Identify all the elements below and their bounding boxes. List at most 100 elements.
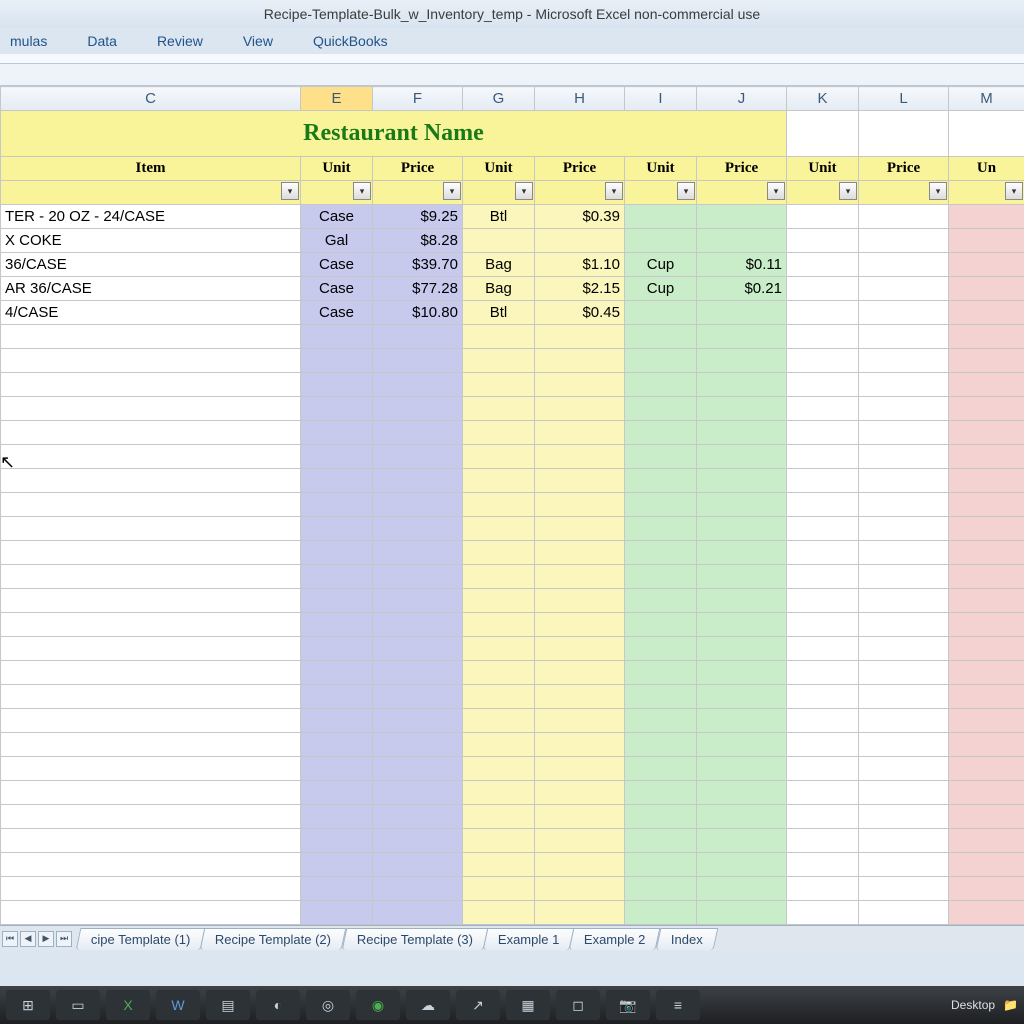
cell[interactable]: [535, 373, 625, 397]
cell[interactable]: [859, 541, 949, 565]
sheet-tab[interactable]: Example 1: [482, 928, 574, 950]
filter-price-1[interactable]: ▾: [373, 181, 463, 205]
cell[interactable]: [1, 541, 301, 565]
cell[interactable]: [625, 709, 697, 733]
cell-unit[interactable]: Cup: [625, 277, 697, 301]
col-E[interactable]: E: [301, 87, 373, 111]
cell[interactable]: [787, 877, 859, 901]
taskbar-app-icon[interactable]: ▦: [506, 990, 550, 1020]
cell[interactable]: [301, 829, 373, 853]
col-H[interactable]: H: [535, 87, 625, 111]
start-button[interactable]: ⊞: [6, 990, 50, 1020]
cell[interactable]: [949, 397, 1024, 421]
cell[interactable]: [301, 565, 373, 589]
hdr-price-3[interactable]: Price: [697, 157, 787, 181]
cell[interactable]: [373, 805, 463, 829]
cell[interactable]: [1, 493, 301, 517]
cell[interactable]: [697, 517, 787, 541]
cell[interactable]: [373, 469, 463, 493]
cell[interactable]: [1, 685, 301, 709]
taskbar-app-icon[interactable]: ↗: [456, 990, 500, 1020]
cell[interactable]: [463, 397, 535, 421]
filter-dropdown-icon[interactable]: ▾: [929, 182, 947, 200]
cell[interactable]: [859, 517, 949, 541]
cell[interactable]: [1, 709, 301, 733]
cell[interactable]: [301, 877, 373, 901]
cell[interactable]: [697, 349, 787, 373]
filter-unit-3[interactable]: ▾: [625, 181, 697, 205]
cell[interactable]: [859, 589, 949, 613]
cell[interactable]: [1, 517, 301, 541]
cell[interactable]: [463, 757, 535, 781]
cell[interactable]: [949, 661, 1024, 685]
cell-price[interactable]: $77.28: [373, 277, 463, 301]
cell[interactable]: [373, 685, 463, 709]
cell[interactable]: [1, 349, 301, 373]
cell[interactable]: [625, 445, 697, 469]
cell-item[interactable]: X COKE: [1, 229, 301, 253]
cell[interactable]: [535, 469, 625, 493]
cell[interactable]: [373, 901, 463, 925]
cell[interactable]: [535, 613, 625, 637]
cell[interactable]: [949, 613, 1024, 637]
cell[interactable]: [859, 613, 949, 637]
cell[interactable]: [787, 709, 859, 733]
cell[interactable]: [463, 517, 535, 541]
taskbar-app-icon[interactable]: ◉: [356, 990, 400, 1020]
cell[interactable]: [787, 637, 859, 661]
cell[interactable]: [301, 781, 373, 805]
cell[interactable]: [535, 493, 625, 517]
taskbar-app-icon[interactable]: ◻: [556, 990, 600, 1020]
taskbar-app-icon[interactable]: ≡: [656, 990, 700, 1020]
cell[interactable]: [1, 805, 301, 829]
cell-unit[interactable]: [625, 229, 697, 253]
cell[interactable]: [697, 637, 787, 661]
cell[interactable]: [301, 637, 373, 661]
filter-dropdown-icon[interactable]: ▾: [443, 182, 461, 200]
cell[interactable]: [463, 589, 535, 613]
cell[interactable]: [373, 661, 463, 685]
filter-dropdown-icon[interactable]: ▾: [1005, 182, 1023, 200]
cell[interactable]: [463, 805, 535, 829]
cell[interactable]: [859, 373, 949, 397]
cell[interactable]: [625, 733, 697, 757]
cell[interactable]: [301, 349, 373, 373]
cell[interactable]: [859, 445, 949, 469]
filter-dropdown-icon[interactable]: ▾: [767, 182, 785, 200]
cell-price[interactable]: [535, 229, 625, 253]
cell-price[interactable]: [859, 301, 949, 325]
cell[interactable]: [787, 757, 859, 781]
cell[interactable]: [301, 493, 373, 517]
cell[interactable]: [373, 421, 463, 445]
cell[interactable]: [535, 733, 625, 757]
cell-unit[interactable]: [949, 229, 1024, 253]
cell[interactable]: [535, 901, 625, 925]
cell-unit[interactable]: Cup: [625, 253, 697, 277]
cell[interactable]: [301, 805, 373, 829]
hdr-price-4[interactable]: Price: [859, 157, 949, 181]
cell[interactable]: [373, 325, 463, 349]
cell[interactable]: [535, 805, 625, 829]
filter-dropdown-icon[interactable]: ▾: [281, 182, 299, 200]
taskbar-app-icon[interactable]: ◐: [256, 990, 300, 1020]
cell-item[interactable]: 4/CASE: [1, 301, 301, 325]
filter-unit-1[interactable]: ▾: [301, 181, 373, 205]
cell[interactable]: [301, 685, 373, 709]
cell[interactable]: [1, 421, 301, 445]
hdr-un-5[interactable]: Un: [949, 157, 1024, 181]
cell-unit[interactable]: [949, 253, 1024, 277]
cell[interactable]: [625, 517, 697, 541]
cell[interactable]: [859, 829, 949, 853]
filter-unit-4[interactable]: ▾: [787, 181, 859, 205]
cell[interactable]: [949, 469, 1024, 493]
cell[interactable]: [859, 709, 949, 733]
cell[interactable]: [949, 589, 1024, 613]
cell[interactable]: [697, 445, 787, 469]
cell[interactable]: [697, 709, 787, 733]
cell-unit[interactable]: [949, 301, 1024, 325]
cell-unit[interactable]: [463, 229, 535, 253]
cell-unit[interactable]: Btl: [463, 301, 535, 325]
cell[interactable]: [697, 565, 787, 589]
cell[interactable]: [373, 637, 463, 661]
cell[interactable]: [787, 541, 859, 565]
